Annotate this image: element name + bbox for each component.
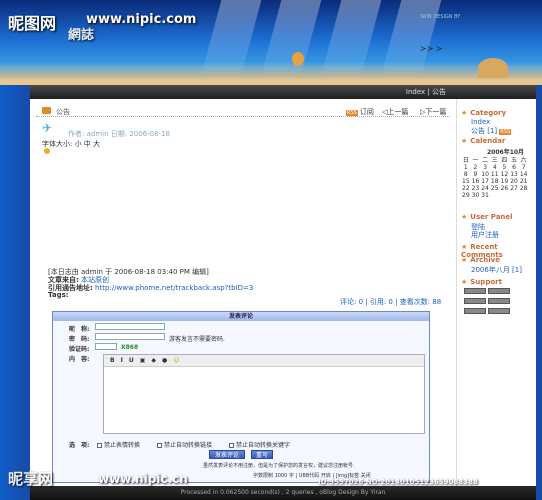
post-meta: 作者: admin 日期: 2006-08-18	[68, 130, 171, 138]
image-icon[interactable]: ▣	[140, 357, 146, 364]
archive-heading: Archive	[461, 256, 500, 264]
badge-icon[interactable]	[464, 308, 486, 314]
comment-form: 发表评论 昵 称: 密 码: 游客发言不需要密码. 验证码: X868 内 容:…	[52, 311, 430, 483]
option-no-keyword[interactable]: 禁止自动转换关键字	[229, 440, 290, 449]
captcha-image: X868	[121, 344, 139, 351]
post-title: 公告	[56, 108, 70, 116]
skin-credit: SKIN DESIGN BY	[420, 14, 461, 20]
watermark-url: www.nipic.com	[86, 12, 197, 27]
user-panel-heading: User Panel	[461, 213, 512, 221]
fish-icon: ≻≻ ≻	[420, 44, 443, 53]
calendar-grid: 日一二三四五六 1234567 8 9 10 11 12 13 14 15 16 17 18 19 2…	[462, 157, 528, 199]
watermark-brand-bottom: 昵享网	[8, 470, 54, 488]
category-heading: Category	[461, 109, 506, 117]
comment-editor[interactable]: B I U ▣ ◆ ● ☺	[103, 354, 425, 434]
nav-index-link[interactable]: Index | 公告	[406, 87, 446, 97]
header-banner: ≻≻ ≻ 網誌 SKIN DESIGN BY	[0, 0, 542, 85]
category-notice-link[interactable]: 公告 [1] RSS	[471, 126, 513, 136]
post-stats: 评论: 0 | 引用: 0 | 查看次数: 88	[340, 298, 442, 306]
main-content: 公告 RSS 订阅 ◁上一篇 ▷下一篇 ✈ 作者: admin 日期: 2006-…	[30, 99, 456, 500]
archive-item-link[interactable]: 2006年八月 [1]	[471, 265, 522, 275]
italic-button[interactable]: I	[121, 357, 123, 364]
captcha-input[interactable]	[95, 343, 117, 350]
sand-floor	[0, 62, 542, 85]
bold-button[interactable]: B	[110, 357, 115, 364]
watermark-brand: 昵图网	[8, 14, 57, 33]
footer: Processed in 0.062500 second(s) , 2 quer…	[30, 486, 536, 500]
sidebar: Category Index 公告 [1] RSS Calendar 2006年…	[456, 99, 536, 500]
watermark-url-bottom: www.nipic.cn	[98, 472, 188, 486]
badge-icon[interactable]	[464, 298, 486, 304]
password-hint: 游客发言不需要密码.	[169, 336, 225, 343]
smiley-icon	[44, 148, 50, 154]
post-title-bar: 公告 RSS 订阅 ◁上一篇 ▷下一篇	[36, 105, 450, 117]
category-index-link[interactable]: Index	[471, 118, 490, 126]
next-post-link[interactable]: ▷下一篇	[420, 107, 446, 117]
coral-icon	[478, 58, 508, 78]
trackback-line: 引用通告地址: http://www.phome.net/trackback.a…	[48, 284, 254, 292]
captcha-label: 验证码:	[69, 346, 90, 353]
support-heading: Support	[461, 278, 502, 286]
content-label: 内 容:	[69, 356, 90, 363]
submit-comment-button[interactable]: 发表评论	[209, 450, 245, 459]
link-icon[interactable]: ◆	[151, 357, 156, 364]
reset-button[interactable]: 重写	[251, 450, 273, 459]
calendar-heading: Calendar	[461, 137, 505, 145]
register-notice: 虽然发表评论不用注册，但是为了保护您的发言权，建议您注册帐号.	[203, 463, 355, 469]
badge-icon[interactable]	[464, 288, 486, 294]
subscribe-link[interactable]: RSS 订阅	[346, 107, 374, 117]
media-icon[interactable]: ●	[162, 357, 167, 364]
nickname-label: 昵 称:	[69, 326, 90, 333]
badge-icon[interactable]	[488, 308, 510, 314]
post-icon	[42, 107, 51, 114]
underline-button[interactable]: U	[129, 357, 134, 364]
bird-icon: ✈	[42, 121, 53, 135]
tags-line: Tags:	[48, 291, 69, 299]
options-label: 选 项:	[69, 442, 90, 449]
password-input[interactable]	[95, 333, 165, 340]
diver-icon	[292, 52, 304, 66]
trackback-url[interactable]: http://www.phome.net/trackback.asp?tbID=…	[95, 284, 253, 292]
watermark-id: ID:3597026 NO:20140105123659088388	[318, 478, 478, 486]
emoticon-icon[interactable]: ☺	[173, 357, 179, 364]
form-title: 发表评论	[53, 312, 429, 321]
editor-toolbar: B I U ▣ ◆ ● ☺	[104, 355, 424, 367]
option-no-emoticon[interactable]: 禁止表情转换	[97, 440, 140, 449]
option-no-autolink[interactable]: 禁止自动转换链接	[157, 440, 212, 449]
password-label: 密 码:	[69, 336, 90, 343]
badge-icon[interactable]	[488, 288, 510, 294]
register-link[interactable]: 用户注册	[471, 230, 499, 240]
support-badges	[463, 287, 537, 317]
font-size-switch[interactable]: 字体大小: 小 中 大	[42, 139, 100, 149]
nav-bar: Index | 公告	[30, 85, 536, 99]
prev-post-link[interactable]: ◁上一篇	[382, 107, 408, 117]
nickname-input[interactable]	[95, 323, 165, 330]
badge-icon[interactable]	[488, 298, 510, 304]
